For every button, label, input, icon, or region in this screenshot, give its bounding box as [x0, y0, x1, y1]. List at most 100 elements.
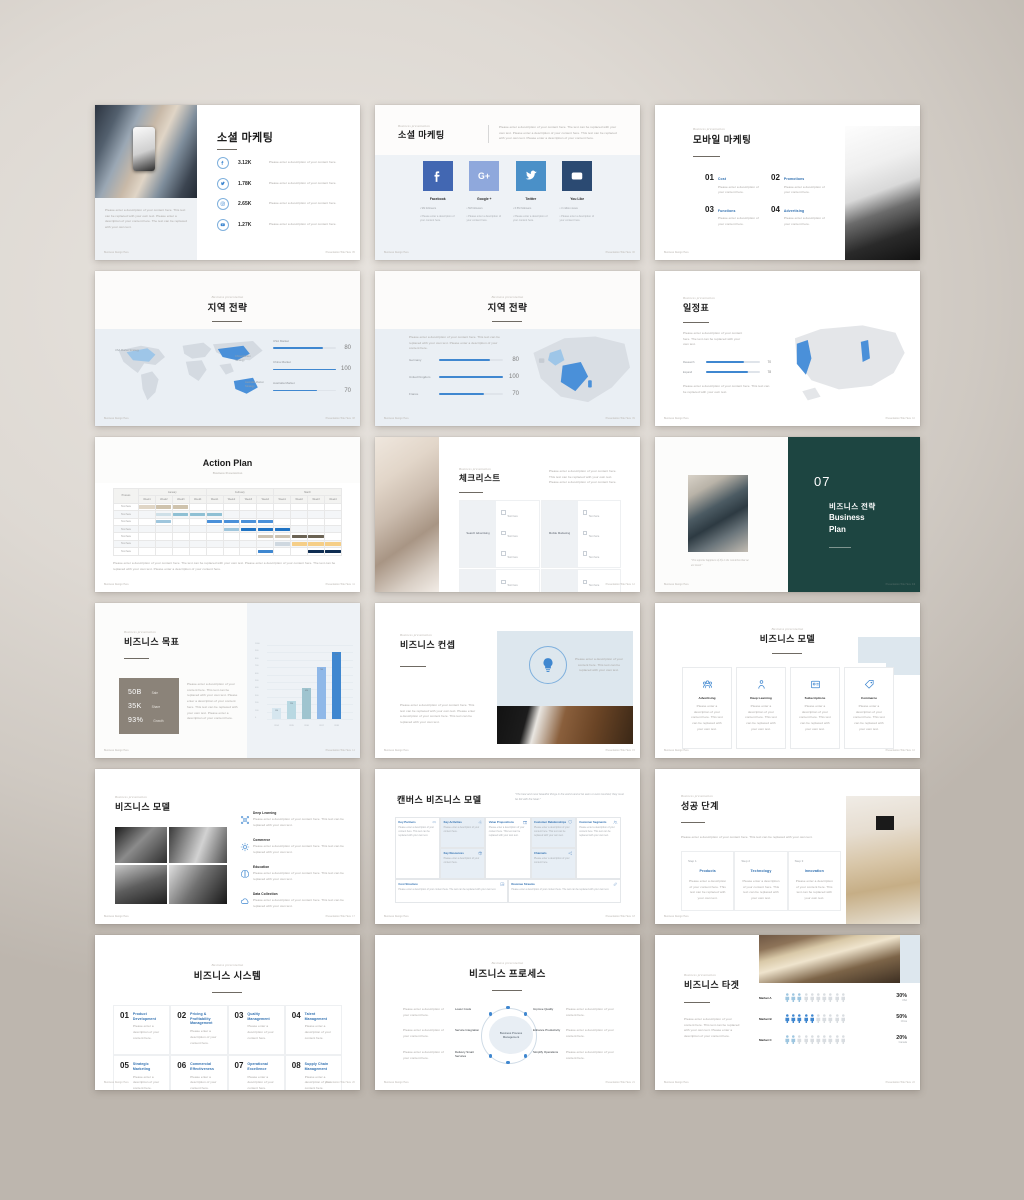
system-item[interactable]: 04 Talent Management Please enter a descri… [284, 1005, 342, 1056]
system-item-number: 07 [234, 1061, 244, 1071]
checkbox[interactable] [501, 510, 506, 516]
person-icon [828, 1014, 833, 1023]
page-number: 08 [352, 417, 355, 420]
checkbox[interactable] [582, 579, 588, 585]
slide-05-regional-strategy-europe[interactable]: Business presentation 지역 전략 Please enter… [375, 271, 640, 426]
model-card[interactable]: Deep Learning Please enter a description … [736, 667, 786, 749]
slide-09-section-divider[interactable]: "The supreme happiness of life is the co… [655, 437, 920, 592]
model-card[interactable]: Advertising Please enter a description of… [682, 667, 732, 749]
platform-card[interactable]: G+ Google + • 5M followers • Please enter a… [467, 161, 503, 224]
slide-13-business-model-photos[interactable]: Business presentation 비즈니스 모델 Deep Learn… [95, 769, 360, 924]
bmc-cell-key-activities[interactable]: Key Activities Please enter a description… [440, 817, 486, 848]
system-item[interactable]: 07 Operational Excellence Please enter a d… [227, 1055, 285, 1090]
slide-11-photo [497, 706, 633, 744]
item-number: 03 [705, 204, 714, 214]
world-map [118, 341, 263, 401]
slide-02-social-marketing-platforms[interactable]: Business presentation 소셜 마케팅 Please ente… [375, 105, 640, 260]
slide-07-note: Please enter a description of your conte… [113, 561, 336, 571]
platform-card[interactable]: You Like • 3 million views • Please enter … [560, 161, 596, 224]
slide-05-desc: Please enter a description of your conte… [409, 335, 500, 351]
footer-right: Presentation Title Here [885, 749, 911, 752]
hub-icon [240, 838, 253, 857]
gantt-row: Text here [113, 547, 343, 556]
system-item[interactable]: 01 Product Development Please enter a desc… [113, 1005, 171, 1056]
slide-17-business-process[interactable]: Business presentation 비즈니스 프로세스 Business… [375, 935, 640, 1090]
slide-12-business-model-cards[interactable]: Business presentation 비즈니스 모델 Advertisin… [655, 603, 920, 758]
slide-06-schedule[interactable]: Business presentation 일정표 Please enter a… [655, 271, 920, 426]
slide-15-success-steps[interactable]: Business presentation 성공 단계 Please enter… [655, 769, 920, 924]
model-card[interactable]: Commerce Please enter a description of yo… [844, 667, 894, 749]
slide-03-photo [845, 126, 920, 260]
bmc-cell-channels[interactable]: Channels Please enter a description of yo… [530, 848, 576, 879]
facebook-icon [217, 157, 229, 169]
checkbox[interactable] [582, 530, 588, 536]
platform-card[interactable]: Facebook • 9M followers • Please enter a d… [420, 161, 456, 224]
bar-category-label: 2017 [319, 725, 324, 727]
bmc-cell-revenue-streams[interactable]: Revenue Streams Please enter a descriptio… [508, 879, 621, 903]
slide-04-eyebrow: Business presentation [211, 295, 244, 299]
process-item-right: Improve Quality Please enter a descriptio… [533, 1007, 617, 1018]
success-step-card[interactable]: Step 3 Innovation Please enter a descripti… [787, 851, 841, 911]
person-icon [841, 993, 845, 1002]
process-item-right: Simplify Operations Please enter a descri… [533, 1050, 617, 1061]
youtube-icon [217, 218, 229, 231]
model-list-item: Education Please enter a description of y… [240, 865, 346, 884]
platform-name: Facebook [429, 197, 446, 201]
success-step-card[interactable]: Step 1 Products Please enter a description… [681, 851, 735, 911]
slide-07-action-plan[interactable]: Action Plan Business Presentation Proces… [95, 437, 360, 592]
slide-11-business-concept[interactable]: Business presentation 비즈니스 컨셉 Please ent… [375, 603, 640, 758]
slide-04-regional-strategy-world[interactable]: Business presentation 지역 전략 USA Market S… [95, 271, 360, 426]
system-item-desc: Please enter a description of your conte… [190, 1029, 217, 1045]
model-card[interactable]: Subscriptions Please enter a description … [790, 667, 840, 749]
slide-18-business-target[interactable]: Business presentation 비즈니스 타겟 Please ent… [655, 935, 920, 1090]
bmc-cell-label: Key Activities [444, 820, 482, 825]
page-number: 06 [632, 251, 635, 254]
bmc-cell-value-propositions[interactable]: Value Propositions Please enter a descrip… [485, 817, 531, 879]
success-step-card[interactable]: Step 2 Technology Please enter a descripti… [734, 851, 788, 911]
system-item[interactable]: 03 Quality Management Please enter a descr… [227, 1005, 285, 1056]
checkbox[interactable] [501, 579, 506, 585]
slide-10-business-goals[interactable]: Business presentation 비즈니스 목표 50B Sale 35K… [95, 603, 360, 758]
checkbox[interactable] [501, 530, 506, 536]
cloud-icon [240, 892, 253, 911]
checkbox[interactable] [582, 551, 588, 556]
user-gear-icon [743, 677, 779, 689]
footer-left: Business Design Here [384, 417, 409, 420]
footer-right: Presentation Title Here [885, 583, 911, 586]
person-icon [828, 1035, 833, 1044]
footer-right: Presentation Title Here [605, 417, 631, 420]
slide-14-business-model-canvas[interactable]: 캔버스 비즈니스 모델 "The best and most beautiful… [375, 769, 640, 924]
bmc-cell-key-resources[interactable]: Key Resources Please enter a description … [440, 848, 486, 879]
gantt-week-header: Week4 [256, 495, 275, 504]
bmc-cell-key-partners[interactable]: Key Partners Please enter a description o… [395, 817, 441, 879]
slide-08-checklist[interactable]: Business presentation 체크리스트 Please enter… [375, 437, 640, 592]
process-item-label: Improve Quality [533, 1007, 554, 1011]
kpi-value: 35K [128, 702, 142, 710]
social-stat-desc: Please enter a description of your conte… [269, 180, 337, 185]
slide-03-mobile-marketing[interactable]: Business presentation 모바일 마케팅 01 Cost Plea… [655, 105, 920, 260]
checkbox[interactable] [582, 510, 588, 516]
metric-label: Expand [683, 370, 693, 374]
platform-card[interactable]: Twitter • 6.5M followers • Please enter a … [513, 161, 549, 224]
slide-16-business-system[interactable]: Business presentation 비즈니스 시스템 01 Product… [95, 935, 360, 1090]
kpi-label: Share [151, 704, 161, 709]
person-icon [810, 1035, 814, 1044]
slide-01-social-marketing[interactable]: Please enter a description of your conte… [95, 105, 360, 260]
social-stat-row: 1.78K Please enter a description of your … [217, 177, 347, 190]
bmc-cell-cost-structure[interactable]: Cost Structure Please enter a description… [395, 879, 508, 903]
checkbox[interactable] [501, 551, 506, 556]
system-item[interactable]: 05 Strategic Marketing Please enter a desc… [113, 1055, 171, 1090]
system-item[interactable]: 08 Supply Chain Management Please enter a … [284, 1055, 342, 1090]
bar: 420 [302, 687, 311, 719]
bmc-cell-customer-relationships[interactable]: Customer Relationships Please enter a des… [530, 817, 576, 848]
step-label: Innovation [804, 869, 824, 873]
market-label: Market B [759, 1016, 772, 1021]
metric-bar-row: USA Market 80 [273, 339, 351, 351]
bmc-cell-customer-segments[interactable]: Customer Segments Please enter a descript… [575, 817, 621, 879]
system-item[interactable]: 06 Commercial Effectiveness Please enter a… [170, 1055, 228, 1090]
slide-16-title: 비즈니스 시스템 [193, 972, 262, 982]
bar-value-label: 150 [274, 709, 279, 712]
bar: 700 [317, 667, 326, 719]
bmc-cell-label: Customer Segments [579, 820, 618, 825]
system-item[interactable]: 02 Pricing & Profitability Management Plea… [170, 1005, 228, 1056]
